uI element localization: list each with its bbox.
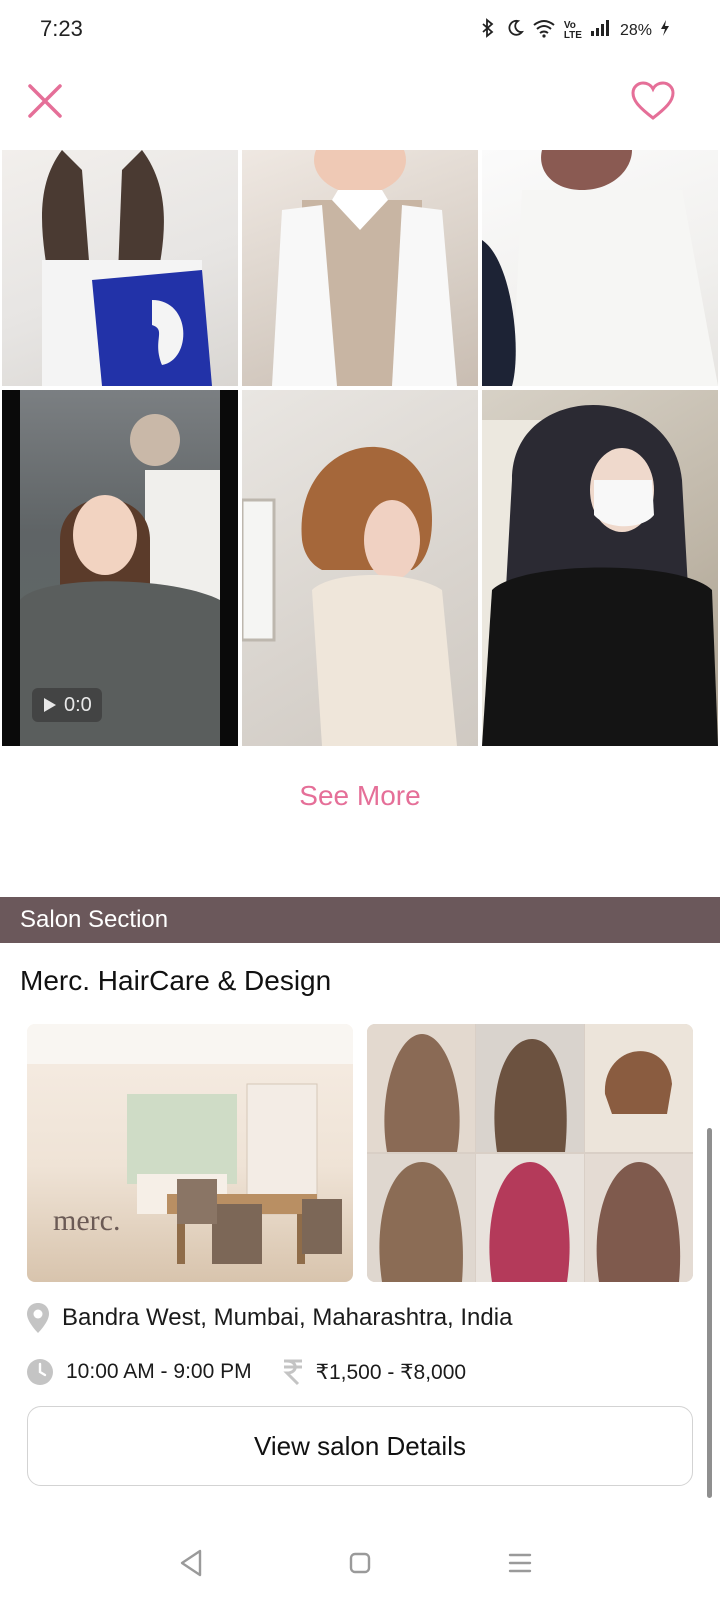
location-pin-icon [27,1303,49,1333]
bluetooth-icon [478,18,498,43]
home-button[interactable] [340,1543,380,1583]
salon-address-row: Bandra West, Mumbai, Maharashtra, India [26,1302,512,1334]
salon-hairstyles-collage[interactable] [367,1024,693,1282]
salon-price-range: ₹1,500 - ₹8,000 [315,1360,467,1384]
gallery-photo[interactable] [482,390,718,746]
menu-button[interactable] [500,1543,540,1583]
salon-hours-price-row: 10:00 AM - 9:00 PM ₹1,500 - ₹8,000 [26,1358,466,1386]
salon-name: Merc. HairCare & Design [20,965,332,996]
menu-icon [508,1553,532,1573]
salon-address: Bandra West, Mumbai, Maharashtra, India [62,1304,513,1331]
photo-gallery: 0:0 [2,150,718,746]
home-icon [349,1552,371,1574]
back-button[interactable] [172,1543,212,1583]
view-salon-details-label: View salon Details [254,1431,466,1461]
salon-logo: merc. [53,1204,121,1237]
favorite-button[interactable] [630,80,676,124]
system-nav-bar [0,1535,720,1595]
heart-icon [631,81,675,120]
moon-icon [506,19,524,42]
gallery-video[interactable]: 0:0 [2,390,238,746]
gallery-photo[interactable] [482,150,718,386]
salon-interior-photo[interactable]: merc. [27,1024,353,1282]
salon-section-header: Salon Section [0,897,720,943]
status-icons: Vo LTE 28% [478,18,670,43]
close-button[interactable] [24,80,68,124]
scrollbar[interactable] [707,1128,712,1498]
status-bar: 7:23 Vo LTE 28% [0,0,720,60]
video-duration: 0:0 [64,693,92,716]
view-salon-details-button[interactable]: View salon Details [27,1406,693,1486]
gallery-photo[interactable] [2,150,238,386]
battery-percent: 28% [619,21,652,39]
back-icon [180,1549,202,1577]
video-duration-badge: 0:0 [32,688,102,722]
status-time: 7:23 [40,16,83,41]
rupee-icon [282,1359,302,1386]
salon-hours: 10:00 AM - 9:00 PM [66,1360,252,1383]
volte-icon: Vo LTE [563,19,582,41]
section-title: Salon Section [20,906,169,933]
gallery-photo[interactable] [242,390,478,746]
play-icon [44,698,56,712]
close-icon [28,84,62,118]
signal-icon [590,19,612,42]
see-more-link[interactable]: See More [0,780,720,812]
wifi-icon [532,18,556,43]
gallery-photo[interactable] [242,150,478,386]
clock-icon [27,1359,53,1385]
battery-charging-icon [660,19,670,42]
